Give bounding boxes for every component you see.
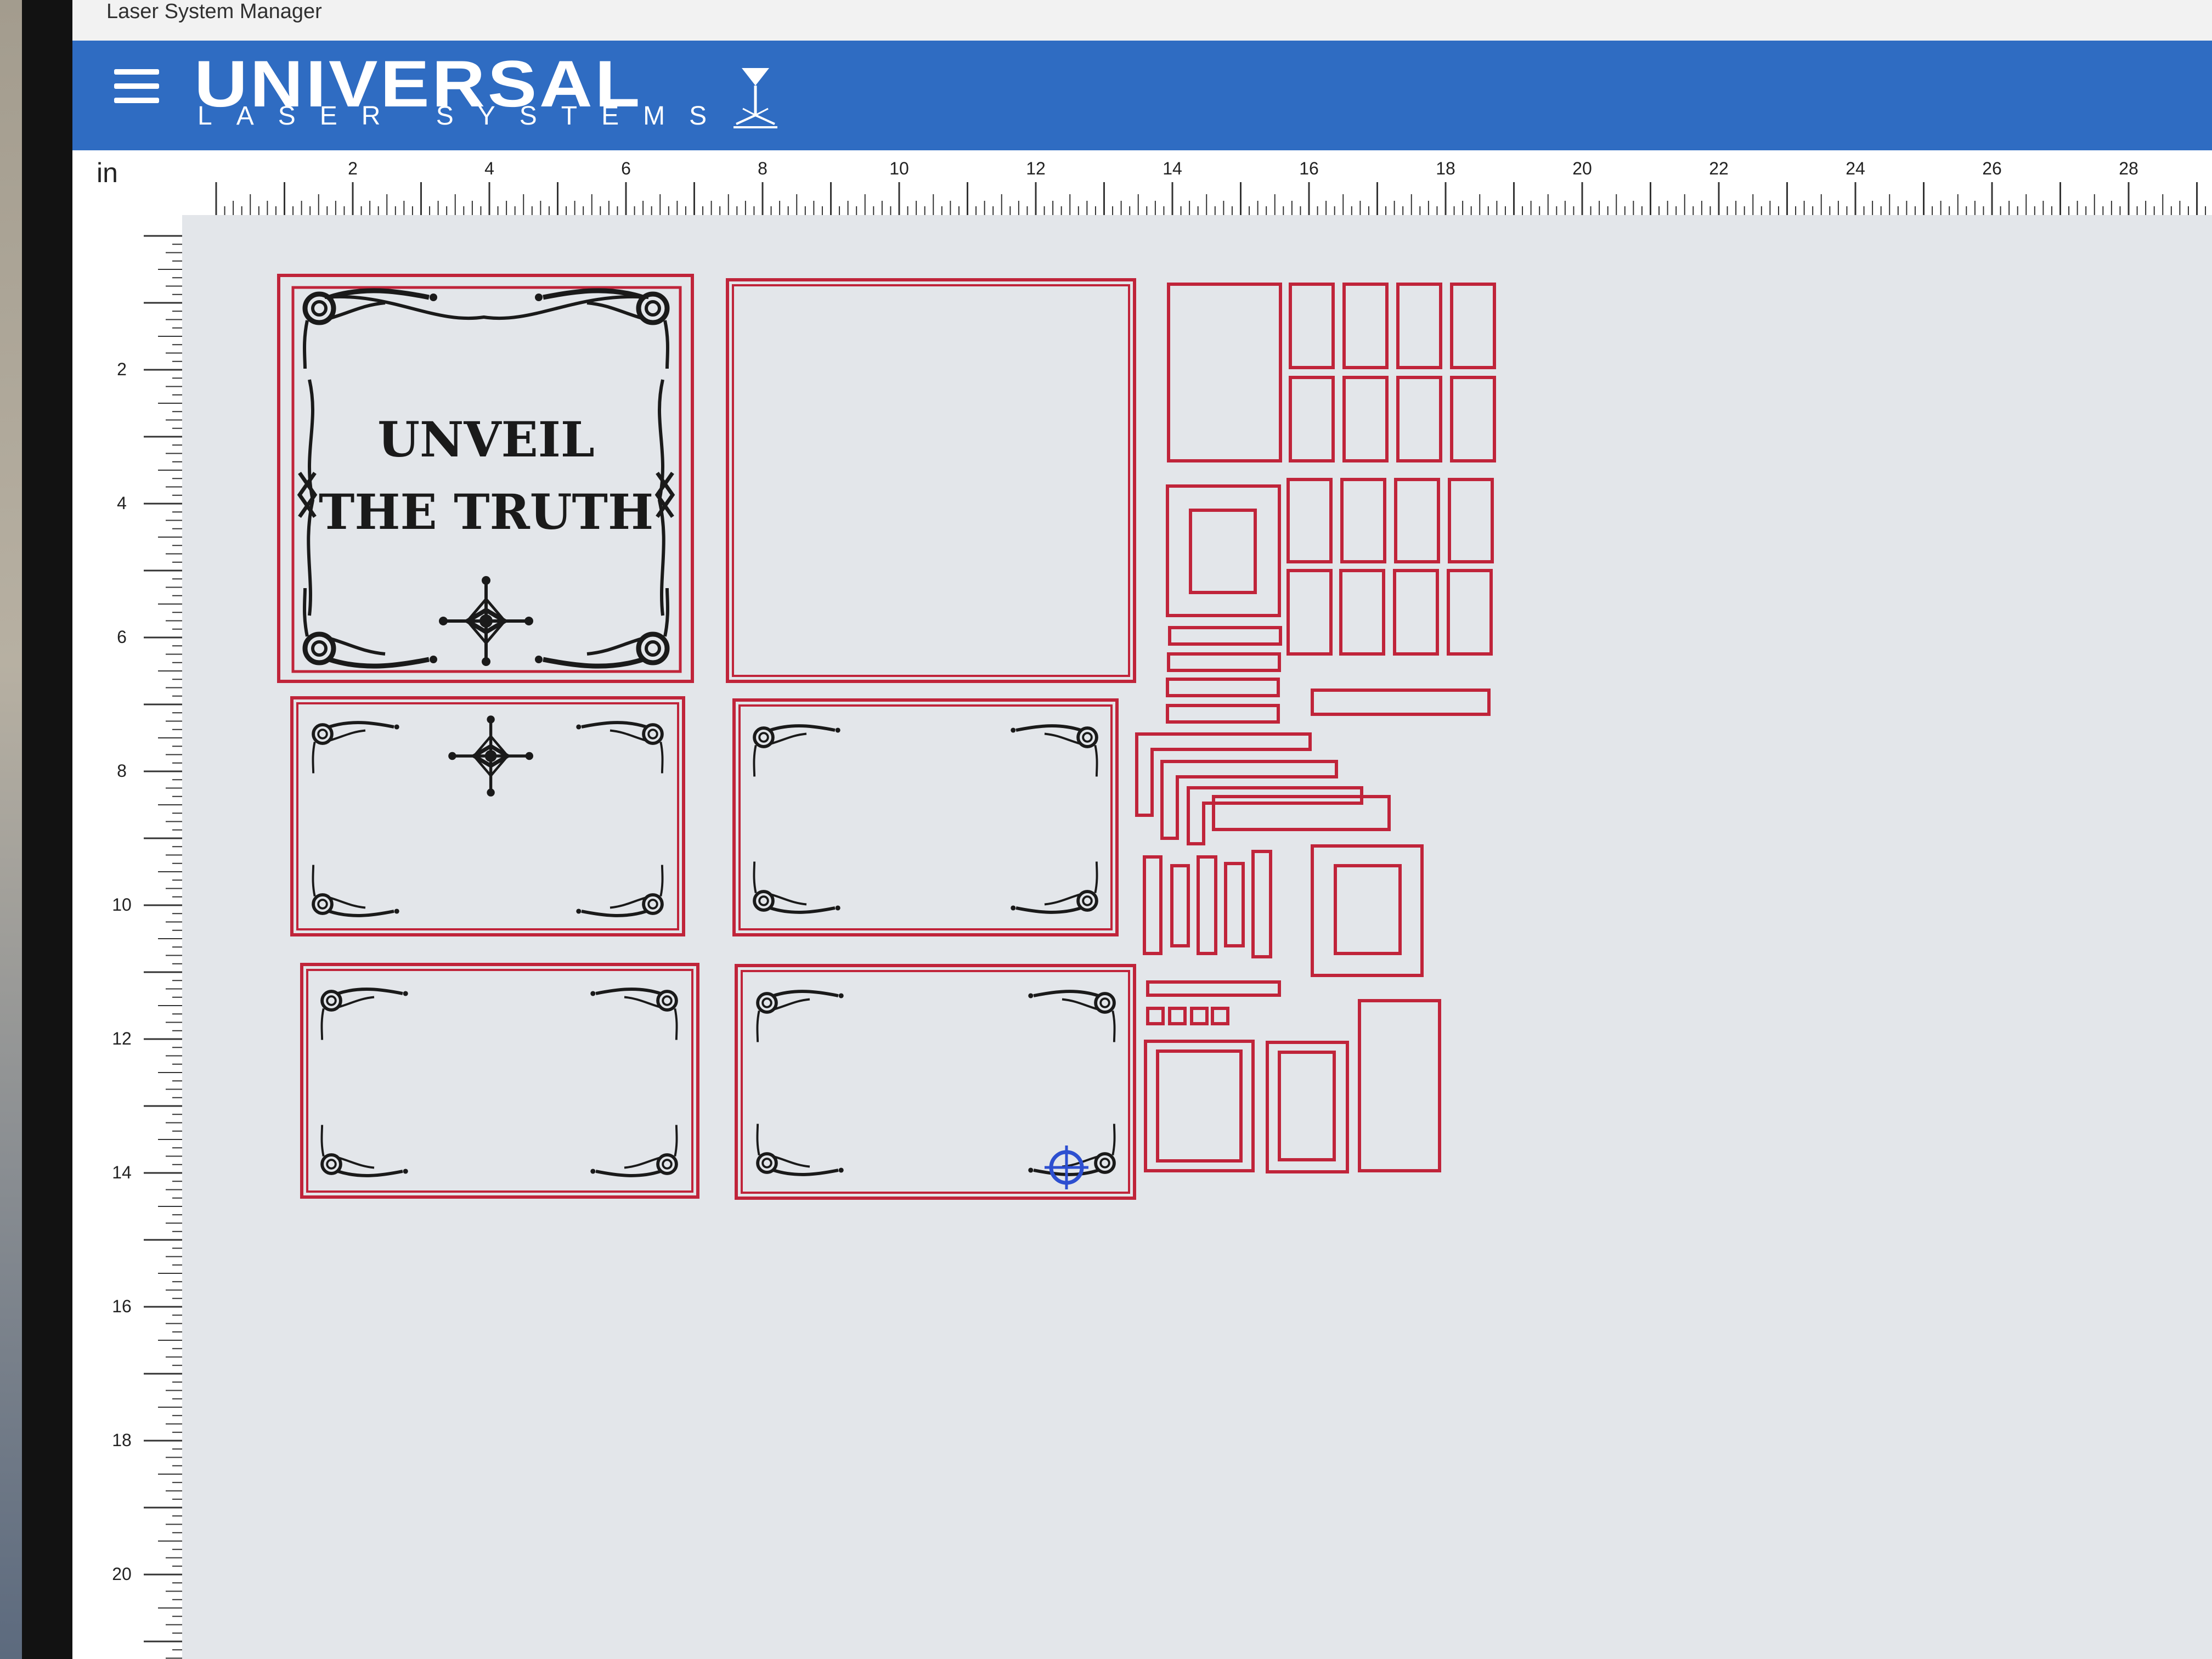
ruler-label: 14	[112, 1163, 132, 1182]
ruler-label: 28	[2119, 159, 2138, 178]
laser-icon	[733, 68, 777, 128]
grid-small-rects[interactable]	[1286, 283, 1496, 656]
design-canvas[interactable]: UNVEIL THE TRUTH	[182, 215, 2212, 1659]
vertical-ruler: 246810121416182022	[72, 150, 188, 1659]
ruler-label: 4	[484, 159, 494, 178]
ruler-label: 8	[758, 159, 768, 178]
ruler-label: 16	[112, 1296, 132, 1316]
ruler-label: 10	[889, 159, 909, 178]
ruler-label: 24	[1846, 159, 1865, 178]
ruler-label: 22	[1709, 159, 1729, 178]
ruler-label: 14	[1163, 159, 1182, 178]
ruler-label: 4	[117, 493, 127, 513]
ruler-label: 2	[348, 159, 358, 178]
logo-subtitle: LASER SYSTEMS	[198, 101, 731, 131]
ruler-label: 6	[117, 627, 127, 647]
ruler-label: 12	[112, 1029, 132, 1048]
ruler-label: 6	[621, 159, 631, 178]
card-blank-back[interactable]	[726, 278, 1136, 683]
laser-home-crosshair-icon[interactable]	[1045, 1146, 1088, 1189]
design-workspace[interactable]: UNVEIL THE TRUTH	[182, 215, 2212, 1659]
ruler-label: 10	[112, 895, 132, 915]
ruler-label: 18	[112, 1430, 132, 1450]
horizontal-ruler-ticks: 24681012141618202224262830	[215, 159, 2207, 215]
card-title-front[interactable]: UNVEIL THE TRUTH	[277, 274, 694, 683]
title-bar: Laser System Manager	[72, 0, 2212, 41]
card-border-3[interactable]	[300, 963, 699, 1199]
card-text-line1: UNVEIL	[377, 411, 595, 468]
horizontal-ruler: in 24681012141618202224262830	[72, 150, 2212, 215]
ruler-label: 2	[117, 359, 127, 379]
cut-parts-group[interactable]	[1135, 283, 1496, 1173]
card-border-2[interactable]	[732, 698, 1119, 936]
card-border-ornate-1[interactable]	[290, 696, 685, 936]
card-text-line2: THE TRUTH	[319, 483, 653, 540]
hamburger-menu-button[interactable]	[111, 65, 161, 109]
vertical-ruler-ticks: 246810121416182022	[72, 215, 188, 1659]
ruler-label: 18	[1436, 159, 1455, 178]
ruler-label: 12	[1026, 159, 1046, 178]
ruler-label: 8	[117, 761, 127, 781]
app-window: Laser System Manager UNIVERSAL LASER SYS…	[72, 0, 2212, 1659]
ruler-label: 20	[1572, 159, 1592, 178]
window-title: Laser System Manager	[106, 0, 322, 23]
ruler-label: 16	[1299, 159, 1319, 178]
ruler-label: 26	[1982, 159, 2002, 178]
card-border-4[interactable]	[735, 964, 1136, 1200]
brand-header: UNIVERSAL LASER SYSTEMS	[72, 41, 2212, 150]
ruler-label: 20	[112, 1564, 132, 1584]
